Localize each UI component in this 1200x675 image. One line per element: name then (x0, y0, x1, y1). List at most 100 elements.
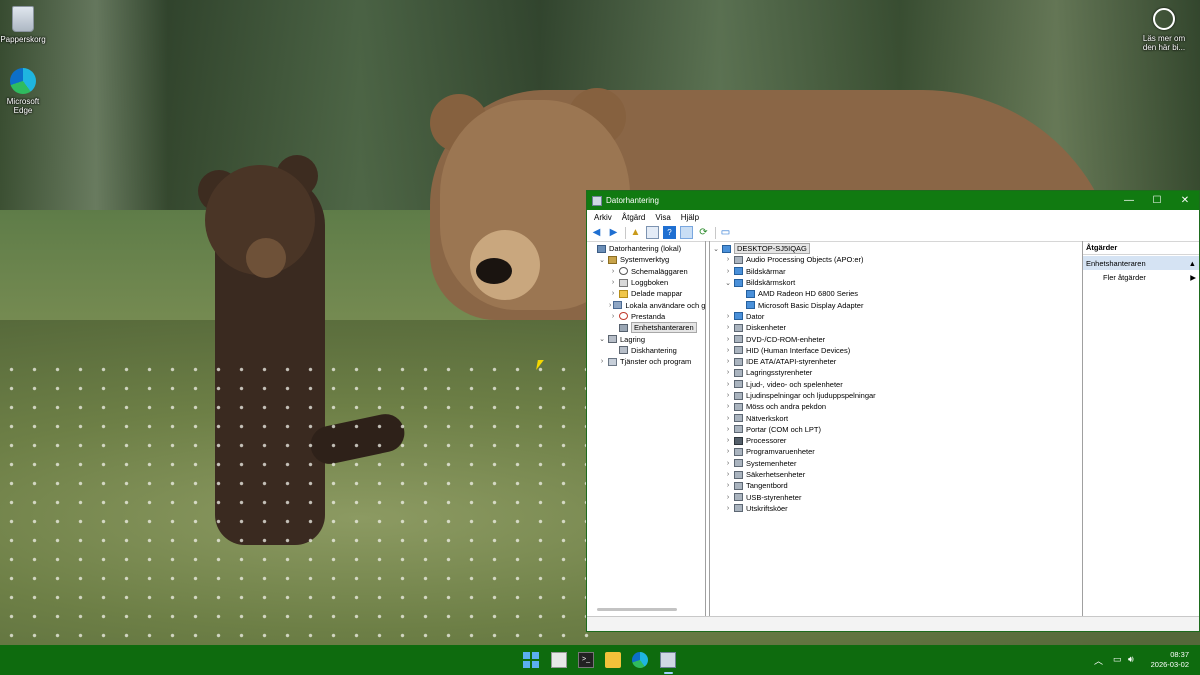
tree-item[interactable]: › Systemenheter (710, 458, 1082, 469)
tree-item-label: Prestanda (631, 311, 666, 321)
tree-item[interactable]: AMD Radeon HD 6800 Series (710, 288, 1082, 299)
desktop-icon-recycle-bin[interactable]: Papperskorg (0, 6, 46, 44)
chevron-up-icon[interactable]: ︿ (1094, 654, 1103, 667)
chevron-down-icon[interactable]: ⌄ (598, 335, 606, 343)
tree-item[interactable]: Enhetshanteraren (587, 322, 705, 334)
actions-section-device-manager[interactable]: Enhetshanteraren ▲ (1083, 256, 1199, 270)
close-button[interactable]: ✕ (1171, 191, 1199, 210)
tree-item[interactable]: › Processorer (710, 435, 1082, 446)
chevron-right-icon[interactable]: › (724, 505, 732, 512)
chevron-down-icon[interactable]: ⌄ (724, 279, 732, 287)
tree-item[interactable]: › Programvaruenheter (710, 446, 1082, 457)
tree-item[interactable]: › Prestanda (587, 311, 705, 322)
chevron-right-icon[interactable]: › (724, 426, 732, 433)
tree-item[interactable]: › Delade mappar (587, 288, 705, 299)
chevron-right-icon[interactable]: › (724, 403, 732, 410)
chevron-right-icon[interactable]: › (724, 460, 732, 467)
clock[interactable]: 08:37 2026-03-02 (1151, 650, 1189, 670)
tree-item[interactable]: › DVD-/CD-ROM-enheter (710, 333, 1082, 344)
chevron-right-icon[interactable]: › (609, 279, 617, 286)
tree-item[interactable]: ⌄ Lagring (587, 333, 705, 344)
tree-item[interactable]: › Utskriftsköer (710, 503, 1082, 514)
file-explorer-icon[interactable] (605, 652, 621, 668)
scan-hardware-icon[interactable]: ⟳ (697, 226, 710, 239)
chevron-down-icon[interactable]: ⌄ (598, 256, 606, 264)
chevron-right-icon[interactable]: › (724, 494, 732, 501)
tree-item[interactable]: Datorhantering (lokal) (587, 243, 705, 254)
tree-item[interactable]: › Loggboken (587, 277, 705, 288)
tree-item[interactable]: › Ljudinspelningar och ljuduppspelningar (710, 390, 1082, 401)
chevron-right-icon[interactable]: › (724, 256, 732, 263)
chevron-right-icon[interactable]: › (724, 392, 732, 399)
show-hide-action-pane-icon[interactable] (680, 226, 693, 239)
tree-item[interactable]: › Bildskärmar (710, 266, 1082, 277)
chevron-right-icon[interactable]: › (724, 381, 732, 388)
tree-item[interactable]: › Dator (710, 311, 1082, 322)
forward-arrow-icon[interactable]: ▶ (607, 226, 620, 239)
tree-item[interactable]: › USB-styrenheter (710, 492, 1082, 503)
menu-atgard[interactable]: Åtgärd (617, 213, 651, 222)
show-hide-tree-icon[interactable] (646, 226, 659, 239)
learn-more-widget[interactable]: Läs mer om den här bi... (1138, 8, 1190, 52)
tree-item[interactable]: ⌄ Bildskärmskort (710, 277, 1082, 288)
display-adapter-icon (734, 278, 743, 287)
tree-item[interactable]: › HID (Human Interface Devices) (710, 345, 1082, 356)
tree-item[interactable]: › Ljud-, video- och spelenheter (710, 379, 1082, 390)
chevron-right-icon[interactable]: › (724, 471, 732, 478)
tree-item[interactable]: › Nätverkskort (710, 412, 1082, 423)
tree-item[interactable]: › Schemaläggaren (587, 266, 705, 277)
chevron-right-icon[interactable]: › (724, 482, 732, 489)
task-view-icon[interactable] (551, 652, 567, 668)
tree-item[interactable]: › Säkerhetsenheter (710, 469, 1082, 480)
chevron-right-icon[interactable]: › (724, 369, 732, 376)
chevron-right-icon[interactable]: › (724, 268, 732, 275)
network-icon[interactable]: ▭ (1113, 654, 1122, 665)
chevron-right-icon[interactable]: › (724, 415, 732, 422)
menu-arkiv[interactable]: Arkiv (589, 213, 617, 222)
tree-item[interactable]: Diskhantering (587, 345, 705, 356)
tree-item[interactable]: › Audio Processing Objects (APO:er) (710, 254, 1082, 265)
chevron-right-icon[interactable]: › (609, 302, 611, 309)
monitor-properties-icon[interactable]: ▭ (719, 226, 732, 239)
chevron-right-icon[interactable]: › (609, 290, 617, 297)
chevron-right-icon[interactable]: › (598, 358, 606, 365)
speaker-icon[interactable]: 🔊︎ (1128, 654, 1134, 665)
maximize-button[interactable]: ☐ (1143, 191, 1171, 210)
minimize-button[interactable]: — (1115, 191, 1143, 210)
chevron-right-icon[interactable]: › (609, 268, 617, 275)
tree-item[interactable]: › Diskenheter (710, 322, 1082, 333)
desktop-icon-edge[interactable]: Microsoft Edge (0, 68, 46, 115)
chevron-right-icon[interactable]: › (724, 358, 732, 365)
menu-visa[interactable]: Visa (650, 213, 675, 222)
chevron-right-icon[interactable]: › (724, 324, 732, 331)
tree-item[interactable]: › Tangentbord (710, 480, 1082, 491)
chevron-right-icon[interactable]: › (724, 336, 732, 343)
tree-item[interactable]: Microsoft Basic Display Adapter (710, 299, 1082, 310)
chevron-right-icon[interactable]: › (724, 347, 732, 354)
chevron-right-icon[interactable]: › (724, 437, 732, 444)
tree-item[interactable]: ⌄ DESKTOP-SJ5IQAG (710, 243, 1082, 255)
horizontal-scrollbar[interactable] (597, 608, 677, 611)
back-arrow-icon[interactable]: ◀ (590, 226, 603, 239)
tree-item[interactable]: › Möss och andra pekdon (710, 401, 1082, 412)
menu-hjalp[interactable]: Hjälp (676, 213, 704, 222)
up-folder-icon[interactable]: ▲ (629, 226, 642, 239)
chevron-right-icon[interactable]: › (609, 313, 617, 320)
chevron-down-icon[interactable]: ⌄ (712, 245, 720, 253)
tree-item[interactable]: ⌄ Systemverktyg (587, 254, 705, 265)
chevron-right-icon[interactable]: › (724, 313, 732, 320)
tree-item[interactable]: › Lokala användare och g (587, 299, 705, 310)
tree-item[interactable]: › Tjänster och program (587, 356, 705, 367)
terminal-icon[interactable]: >_ (578, 652, 594, 668)
tree-item-label: Bildskärmar (746, 266, 786, 276)
start-icon[interactable] (523, 652, 539, 668)
chevron-right-icon[interactable]: › (724, 448, 732, 455)
tree-item[interactable]: › Portar (COM och LPT) (710, 424, 1082, 435)
more-actions-item[interactable]: Fler åtgärder ▶ (1083, 270, 1199, 285)
tree-item[interactable]: › Lagringsstyrenheter (710, 367, 1082, 378)
title-bar[interactable]: Datorhantering — ☐ ✕ (587, 191, 1199, 210)
help-icon[interactable]: ? (663, 226, 676, 239)
edge-icon[interactable] (632, 652, 648, 668)
computer-management-icon[interactable] (660, 652, 676, 668)
tree-item[interactable]: › IDE ATA/ATAPI-styrenheter (710, 356, 1082, 367)
